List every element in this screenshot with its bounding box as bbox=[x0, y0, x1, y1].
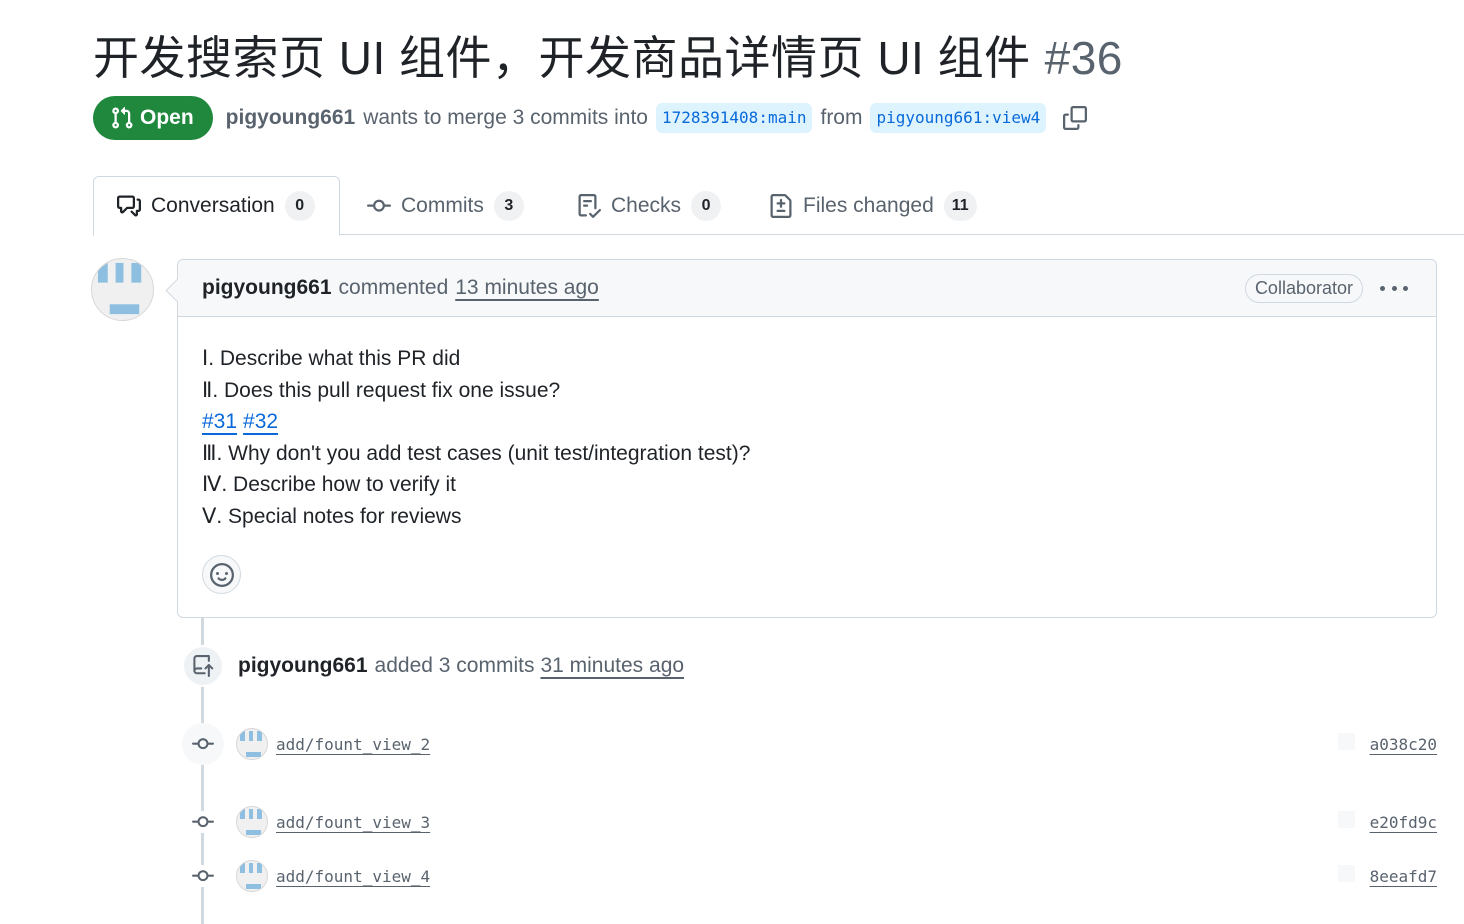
commit-status-placeholder bbox=[1338, 811, 1355, 828]
tab-counter: 11 bbox=[943, 190, 977, 221]
comment-line: Ⅰ. Describe what this PR did bbox=[202, 347, 461, 370]
checklist-icon bbox=[578, 193, 601, 218]
issue-link-31[interactable]: #31 bbox=[202, 410, 237, 433]
commit-message-link[interactable]: add/fount_view_3 bbox=[276, 813, 430, 832]
tab-label: Files changed bbox=[803, 193, 934, 217]
pr-description-comment: pigyoung661 commented 13 minutes ago Col… bbox=[177, 259, 1437, 618]
pr-title-text: 开发搜索页 UI 组件，开发商品详情页 UI 组件 bbox=[93, 32, 1031, 84]
comment-timestamp-link[interactable]: 13 minutes ago bbox=[455, 276, 599, 300]
commit-status-placeholder bbox=[1338, 865, 1355, 882]
add-reaction-button[interactable] bbox=[202, 555, 241, 594]
repo-push-icon bbox=[182, 645, 224, 687]
commit-sha-link[interactable]: e20fd9c bbox=[1370, 813, 1437, 832]
issue-links: #31 #32 bbox=[202, 406, 1412, 438]
pr-tabs: Conversation 0 Commits 3 Checks 0 Files … bbox=[93, 176, 1464, 236]
avatar[interactable] bbox=[236, 728, 268, 760]
avatar[interactable] bbox=[236, 860, 268, 892]
tab-commits[interactable]: Commits 3 bbox=[367, 176, 524, 235]
comment-header: pigyoung661 commented 13 minutes ago Col… bbox=[178, 260, 1436, 317]
git-commit-icon bbox=[182, 723, 224, 765]
smiley-icon bbox=[209, 562, 234, 587]
state-badge: Open bbox=[93, 96, 213, 140]
head-branch[interactable]: pigyoung661:view4 bbox=[870, 103, 1047, 133]
commit-sha-link[interactable]: a038c20 bbox=[1370, 735, 1437, 754]
file-diff-icon bbox=[770, 193, 792, 218]
commit-message-link[interactable]: add/fount_view_2 bbox=[276, 735, 430, 754]
copy-icon[interactable] bbox=[1062, 105, 1088, 131]
commit-sha-link[interactable]: 8eeafd7 bbox=[1370, 867, 1437, 886]
base-branch[interactable]: 1728391408:main bbox=[655, 103, 813, 133]
push-text: added 3 commits bbox=[374, 654, 535, 677]
issue-link-32[interactable]: #32 bbox=[243, 410, 278, 433]
tab-label: Commits bbox=[401, 193, 484, 217]
pr-title: 开发搜索页 UI 组件，开发商品详情页 UI 组件 #36 bbox=[93, 28, 1123, 88]
comment-author-link[interactable]: pigyoung661 bbox=[202, 276, 332, 300]
push-timestamp-link[interactable]: 31 minutes ago bbox=[540, 654, 684, 678]
git-commit-icon bbox=[182, 801, 224, 843]
comment-line: Ⅱ. Does this pull request fix one issue? bbox=[202, 378, 561, 402]
comment-line: Ⅲ. Why don't you add test cases (unit te… bbox=[202, 441, 751, 465]
push-author-link[interactable]: pigyoung661 bbox=[238, 654, 368, 678]
commit-message-link[interactable]: add/fount_view_4 bbox=[276, 867, 430, 886]
tab-counter: 0 bbox=[284, 191, 315, 221]
kebab-menu-icon[interactable] bbox=[1380, 277, 1408, 299]
pr-number: #36 bbox=[1044, 32, 1123, 84]
comment-line: Ⅳ. Describe how to verify it bbox=[202, 473, 456, 496]
push-event: pigyoung661 added 3 commits 31 minutes a… bbox=[182, 645, 684, 687]
commit-row: add/fount_view_2 a038c20 bbox=[182, 723, 1437, 765]
commit-row: add/fount_view_3 e20fd9c bbox=[182, 802, 1437, 842]
comment-discussion-icon bbox=[117, 195, 141, 217]
tab-checks[interactable]: Checks 0 bbox=[577, 176, 722, 235]
tab-label: Conversation bbox=[151, 194, 275, 217]
git-commit-icon bbox=[367, 199, 391, 212]
git-pull-request-icon bbox=[112, 106, 133, 129]
comment-line: Ⅴ. Special notes for reviews bbox=[202, 504, 462, 528]
tab-files-changed[interactable]: Files changed 11 bbox=[769, 176, 977, 235]
commit-status-placeholder bbox=[1338, 733, 1355, 750]
git-commit-icon bbox=[182, 855, 224, 897]
avatar[interactable] bbox=[236, 806, 268, 838]
merge-text: wants to merge 3 commits into bbox=[363, 106, 648, 129]
comment-body: Ⅰ. Describe what this PR did Ⅱ. Does thi… bbox=[178, 317, 1436, 532]
from-text: from bbox=[820, 106, 863, 129]
tab-label: Checks bbox=[611, 193, 682, 217]
role-badge: Collaborator bbox=[1244, 274, 1363, 303]
tab-conversation[interactable]: Conversation 0 bbox=[93, 176, 340, 236]
comment-action: commented bbox=[338, 276, 449, 299]
avatar[interactable] bbox=[91, 258, 154, 321]
commit-row: add/fount_view_4 8eeafd7 bbox=[182, 856, 1437, 896]
state-label: Open bbox=[140, 106, 194, 129]
tab-counter: 0 bbox=[691, 190, 722, 221]
tab-counter: 3 bbox=[493, 190, 524, 221]
pr-meta: Open pigyoung661 wants to merge 3 commit… bbox=[93, 96, 1088, 140]
pr-author-link[interactable]: pigyoung661 bbox=[226, 106, 356, 130]
